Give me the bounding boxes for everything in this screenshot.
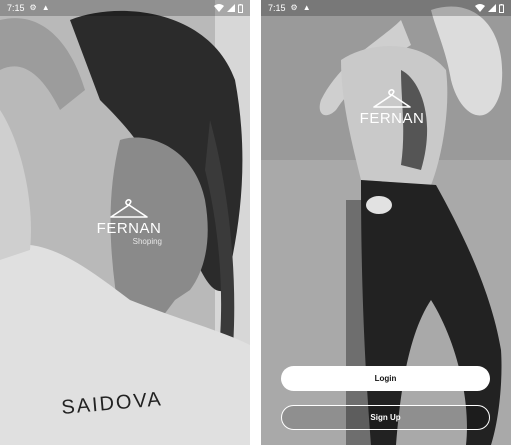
hanger-icon [373, 89, 411, 108]
brand-name: FERNAN [359, 110, 425, 127]
signal-icon [488, 4, 496, 12]
brand-logo: FERNAN Shoping [94, 196, 164, 246]
splash-screen: SAIDOVA 7:15 ⚙ ▲ FERNAN Shoping [0, 0, 250, 445]
battery-icon [238, 3, 243, 13]
battery-icon [499, 3, 504, 13]
signal-icon [227, 4, 235, 12]
brand-tagline: Shoping [132, 237, 162, 246]
notification-icon: ▲ [302, 3, 311, 12]
status-time: 7:15 [268, 3, 286, 13]
status-bar: 7:15 ⚙ ▲ [261, 0, 511, 16]
auth-screen: 7:15 ⚙ ▲ FERNAN Login Sign Up [261, 0, 511, 445]
wifi-icon [475, 4, 485, 12]
wifi-icon [214, 4, 224, 12]
login-button-label: Login [374, 374, 397, 383]
notification-icon: ▲ [41, 3, 50, 12]
gear-icon: ⚙ [290, 3, 298, 12]
brand-logo: FERNAN [357, 86, 427, 126]
brand-name: FERNAN [96, 220, 162, 237]
status-bar: 7:15 ⚙ ▲ [0, 0, 250, 16]
signup-button-label: Sign Up [370, 413, 401, 422]
signup-button[interactable]: Sign Up [281, 405, 490, 430]
hanger-icon [110, 199, 148, 218]
gear-icon: ⚙ [29, 3, 37, 12]
status-time: 7:15 [7, 3, 25, 13]
login-button[interactable]: Login [281, 366, 490, 391]
